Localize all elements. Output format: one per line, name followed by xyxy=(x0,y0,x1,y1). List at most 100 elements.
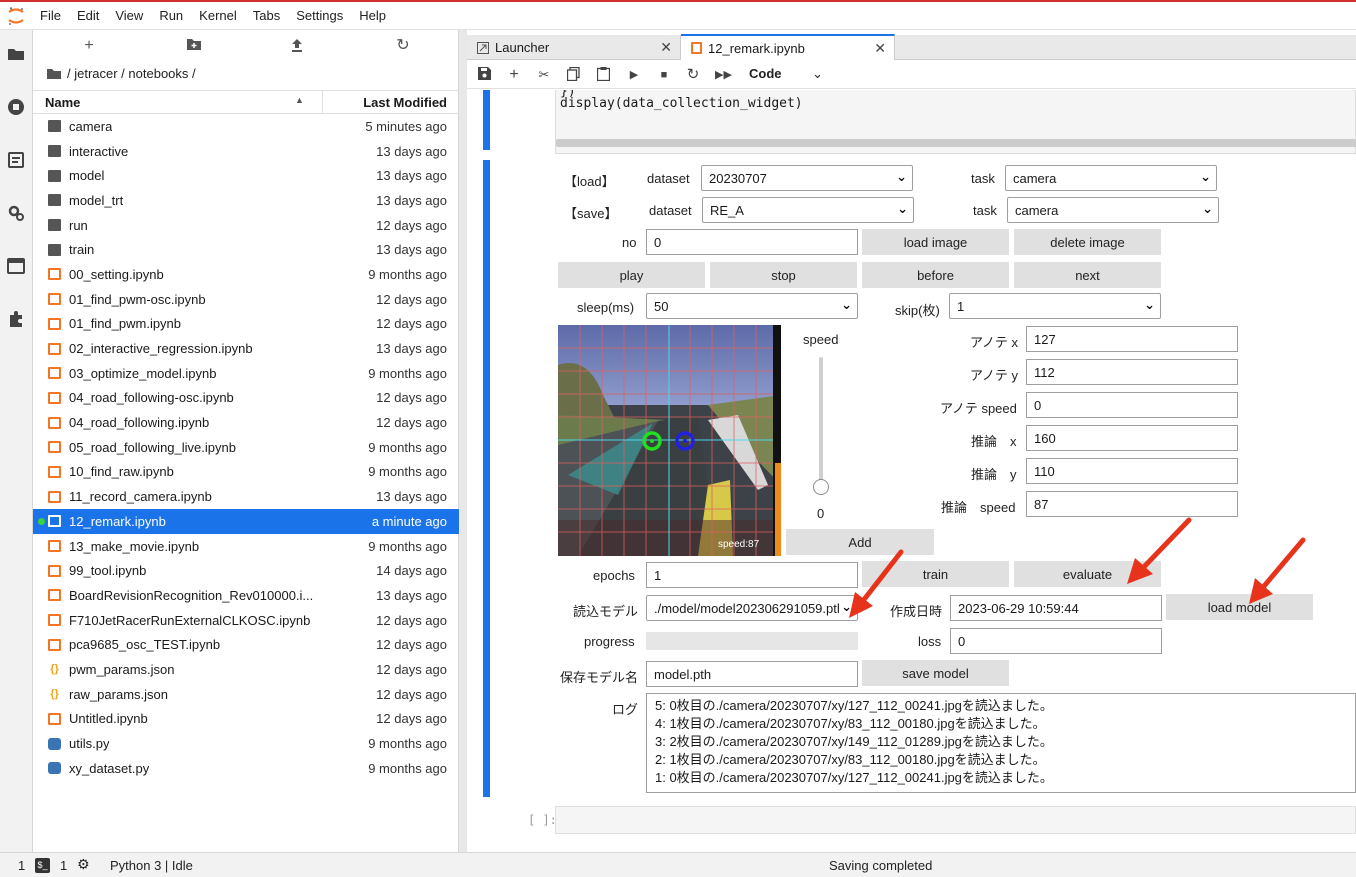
play-button[interactable]: play xyxy=(558,262,705,288)
sleep-select[interactable]: 50 ⌄ xyxy=(646,293,858,319)
run-icon[interactable]: ▶ xyxy=(626,67,642,83)
file-list-item[interactable]: xy_dataset.py 9 months ago xyxy=(33,756,459,781)
file-list-item[interactable]: 10_find_raw.ipynb 9 months ago xyxy=(33,460,459,485)
model-select[interactable]: ./model/model202306291059.pth ⌄ xyxy=(646,595,858,621)
file-list-item[interactable]: train 13 days ago xyxy=(33,237,459,262)
menu-edit[interactable]: Edit xyxy=(69,8,107,23)
close-icon[interactable]: ✕ xyxy=(660,39,672,56)
epochs-input[interactable]: 1 xyxy=(646,562,858,588)
inf-speed-input[interactable]: 87 xyxy=(1026,491,1238,517)
loss-input[interactable]: 0 xyxy=(950,628,1162,654)
ann-speed-input[interactable]: 0 xyxy=(1026,392,1238,418)
property-inspector-icon[interactable] xyxy=(6,203,26,223)
upload-icon[interactable] xyxy=(289,38,305,54)
load-task-select[interactable]: camera ⌄ xyxy=(1005,165,1217,191)
file-list-item[interactable]: 03_optimize_model.ipynb 9 months ago xyxy=(33,361,459,386)
inf-y-input[interactable]: 110 xyxy=(1026,458,1238,484)
created-input[interactable]: 2023-06-29 10:59:44 xyxy=(950,595,1162,621)
kernel-count[interactable]: 1 xyxy=(60,858,67,873)
menu-view[interactable]: View xyxy=(107,8,151,23)
extensions-icon[interactable] xyxy=(6,309,26,329)
ann-y-input[interactable]: 112 xyxy=(1026,359,1238,385)
file-list-item[interactable]: 01_find_pwm.ipynb 12 days ago xyxy=(33,312,459,337)
home-folder-icon[interactable] xyxy=(47,68,61,79)
main-area: Launcher ✕ 12_remark.ipynb ✕ + ✂ ▶ ■ ↻ ▶… xyxy=(467,30,1356,852)
column-name-header[interactable]: Name xyxy=(45,95,80,110)
file-list-item[interactable]: BoardRevisionRecognition_Rev010000.i... 1… xyxy=(33,583,459,608)
new-launcher-icon[interactable]: + xyxy=(81,38,97,54)
file-list-item[interactable]: 99_tool.ipynb 14 days ago xyxy=(33,558,459,583)
file-list-item[interactable]: run 12 days ago xyxy=(33,213,459,238)
menu-settings[interactable]: Settings xyxy=(288,8,351,23)
save-model-name-input[interactable]: model.pth xyxy=(646,661,858,687)
save-model-button[interactable]: save model xyxy=(862,660,1009,686)
file-list-item[interactable]: 05_road_following_live.ipynb 9 months ago xyxy=(33,435,459,460)
close-icon[interactable]: ✕ xyxy=(874,40,886,57)
file-list-item[interactable]: F710JetRacerRunExternalCLKOSC.ipynb 12 da… xyxy=(33,608,459,633)
file-list-item[interactable]: 02_interactive_regression.ipynb 13 days a… xyxy=(33,336,459,361)
file-list-item[interactable]: 00_setting.ipynb 9 months ago xyxy=(33,262,459,287)
before-button[interactable]: before xyxy=(862,262,1009,288)
menu-run[interactable]: Run xyxy=(151,8,191,23)
log-textarea[interactable]: 5: 0枚目の./camera/20230707/xy/127_112_0024… xyxy=(646,693,1356,793)
next-button[interactable]: next xyxy=(1014,262,1161,288)
folder-icon[interactable] xyxy=(6,44,26,64)
file-list-item[interactable]: 13_make_movie.ipynb 9 months ago xyxy=(33,534,459,559)
menu-file[interactable]: File xyxy=(32,8,69,23)
menu-tabs[interactable]: Tabs xyxy=(245,8,288,23)
stop-button[interactable]: stop xyxy=(710,262,857,288)
file-list-item[interactable]: 04_road_following.ipynb 12 days ago xyxy=(33,410,459,435)
file-modified: 12 days ago xyxy=(376,217,447,233)
file-list-item[interactable]: {} pwm_params.json 12 days ago xyxy=(33,657,459,682)
camera-image[interactable]: speed:87 xyxy=(558,325,781,556)
save-dataset-select[interactable]: RE_A ⌄ xyxy=(702,197,914,223)
file-list-item[interactable]: pca9685_osc_TEST.ipynb 12 days ago xyxy=(33,632,459,657)
save-icon[interactable] xyxy=(476,67,492,83)
cell-type-select[interactable]: Code ⌄ xyxy=(749,66,831,81)
cut-icon[interactable]: ✂ xyxy=(536,67,552,83)
refresh-icon[interactable]: ↻ xyxy=(395,38,411,54)
restart-icon[interactable]: ↻ xyxy=(685,67,701,83)
file-list-item[interactable]: model_trt 13 days ago xyxy=(33,188,459,213)
file-list-item[interactable]: 12_remark.ipynb a minute ago xyxy=(33,509,459,534)
save-task-select[interactable]: camera ⌄ xyxy=(1007,197,1219,223)
file-list-item[interactable]: interactive 13 days ago xyxy=(33,139,459,164)
menu-help[interactable]: Help xyxy=(351,8,394,23)
breadcrumb-path[interactable]: / jetracer / notebooks / xyxy=(67,66,196,81)
ann-x-input[interactable]: 127 xyxy=(1026,326,1238,352)
tabs-icon[interactable] xyxy=(6,256,26,276)
file-list-item[interactable]: {} raw_params.json 12 days ago xyxy=(33,682,459,707)
inf-x-input[interactable]: 160 xyxy=(1026,425,1238,451)
delete-image-button[interactable]: delete image xyxy=(1014,229,1161,255)
skip-select[interactable]: 1 ⌄ xyxy=(949,293,1161,319)
menu-kernel[interactable]: Kernel xyxy=(191,8,245,23)
no-input[interactable]: 0 xyxy=(646,229,858,255)
file-list-item[interactable]: 11_record_camera.ipynb 13 days ago xyxy=(33,484,459,509)
column-modified-header[interactable]: Last Modified xyxy=(363,95,447,110)
load-dataset-select[interactable]: 20230707 ⌄ xyxy=(701,165,913,191)
add-cell-icon[interactable]: + xyxy=(506,67,522,83)
speed-slider-handle[interactable] xyxy=(813,479,829,495)
file-list-item[interactable]: utils.py 9 months ago xyxy=(33,731,459,756)
fast-forward-icon[interactable]: ▶▶ xyxy=(715,67,732,83)
sort-up-icon[interactable]: ▲ xyxy=(295,95,304,105)
file-list-item[interactable]: model 13 days ago xyxy=(33,163,459,188)
copy-icon[interactable] xyxy=(565,66,581,83)
stop-icon[interactable]: ■ xyxy=(656,67,672,83)
file-list-item[interactable]: camera 5 minutes ago xyxy=(33,114,459,139)
file-list-item[interactable]: Untitled.ipynb 12 days ago xyxy=(33,707,459,732)
tab-notebook[interactable]: 12_remark.ipynb ✕ xyxy=(681,34,895,60)
empty-code-cell[interactable] xyxy=(555,806,1356,834)
panel-splitter[interactable] xyxy=(459,30,467,852)
new-folder-icon[interactable] xyxy=(186,38,202,54)
running-icon[interactable] xyxy=(6,97,26,117)
commands-icon[interactable] xyxy=(6,150,26,170)
speed-slider-track[interactable] xyxy=(819,357,823,487)
load-image-button[interactable]: load image xyxy=(862,229,1009,255)
file-list-item[interactable]: 04_road_following-osc.ipynb 12 days ago xyxy=(33,386,459,411)
file-list-item[interactable]: 01_find_pwm-osc.ipynb 12 days ago xyxy=(33,287,459,312)
kernel-status[interactable]: Python 3 | Idle xyxy=(110,858,193,873)
tab-launcher[interactable]: Launcher ✕ xyxy=(467,35,681,60)
status-count[interactable]: 1 xyxy=(18,858,25,873)
paste-icon[interactable] xyxy=(595,67,611,83)
